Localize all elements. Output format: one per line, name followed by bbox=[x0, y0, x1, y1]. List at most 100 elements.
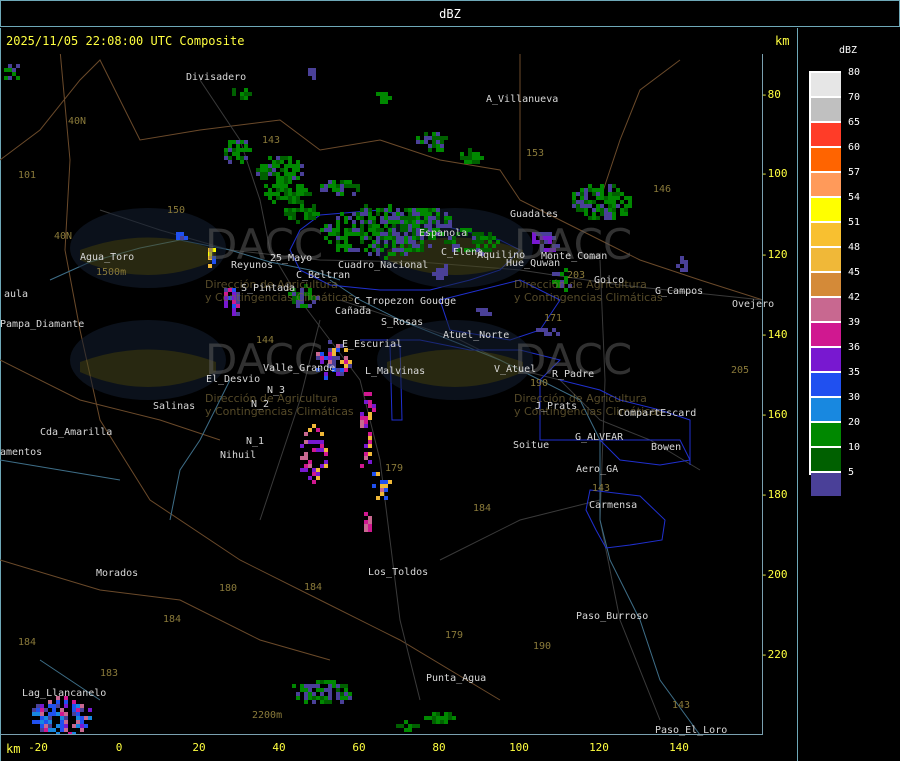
legend-label: 42 bbox=[848, 292, 861, 303]
echo-cell bbox=[16, 64, 20, 68]
echo-cell bbox=[260, 176, 264, 180]
route-label: 146 bbox=[653, 184, 672, 195]
echo-cell bbox=[412, 208, 416, 212]
echo-cell bbox=[240, 92, 244, 96]
echo-cell bbox=[584, 192, 588, 196]
echo-cell bbox=[312, 684, 316, 688]
echo-cell bbox=[292, 172, 296, 176]
echo-cell bbox=[60, 724, 64, 728]
echo-cell bbox=[304, 212, 308, 216]
echo-cell bbox=[64, 728, 68, 732]
echo-cell bbox=[388, 208, 392, 212]
echo-cell bbox=[452, 240, 456, 244]
echo-cell bbox=[316, 468, 320, 472]
echo-cell bbox=[300, 164, 304, 168]
echo-cell bbox=[328, 352, 332, 356]
echo-cell bbox=[300, 684, 304, 688]
echo-cell bbox=[368, 444, 372, 448]
echo-cell bbox=[404, 240, 408, 244]
echo-cell bbox=[16, 76, 20, 80]
echo-cell bbox=[312, 440, 316, 444]
echo-cell bbox=[8, 64, 12, 68]
echo-cell bbox=[436, 272, 440, 276]
echo-cell bbox=[428, 244, 432, 248]
echo-cell bbox=[484, 244, 488, 248]
echo-cell bbox=[40, 704, 44, 708]
echo-cell bbox=[384, 484, 388, 488]
echo-cell bbox=[384, 224, 388, 228]
echo-cell bbox=[304, 188, 308, 192]
echo-cell bbox=[300, 304, 304, 308]
echo-cell bbox=[288, 156, 292, 160]
echo-cell bbox=[392, 220, 396, 224]
echo-cell bbox=[440, 720, 444, 724]
echo-cell bbox=[488, 312, 492, 316]
echo-cell bbox=[392, 252, 396, 256]
echo-cell bbox=[608, 200, 612, 204]
echo-cell bbox=[236, 148, 240, 152]
echo-cell bbox=[72, 704, 76, 708]
echo-cell bbox=[232, 88, 236, 92]
echo-cell bbox=[580, 200, 584, 204]
echo-cell bbox=[280, 188, 284, 192]
echo-cell bbox=[308, 212, 312, 216]
map-timestamp: 2025/11/05 22:08:00 UTC Composite bbox=[6, 34, 245, 48]
echo-cell bbox=[236, 156, 240, 160]
echo-cell bbox=[592, 212, 596, 216]
echo-cell bbox=[552, 328, 556, 332]
echo-cell bbox=[328, 348, 332, 352]
echo-cell bbox=[416, 216, 420, 220]
echo-cell bbox=[240, 96, 244, 100]
legend-swatch bbox=[811, 73, 841, 96]
echo-cell bbox=[380, 480, 384, 484]
echo-cell bbox=[396, 236, 400, 240]
echo-cell bbox=[340, 188, 344, 192]
echo-cell bbox=[304, 688, 308, 692]
echo-cell bbox=[384, 100, 388, 104]
echo-cell bbox=[488, 240, 492, 244]
echo-cell bbox=[432, 712, 436, 716]
echo-cell bbox=[364, 248, 368, 252]
echo-cell bbox=[572, 192, 576, 196]
echo-cell bbox=[304, 700, 308, 704]
echo-cell bbox=[336, 344, 340, 348]
echo-cell bbox=[56, 712, 60, 716]
echo-cell bbox=[412, 244, 416, 248]
echo-cell bbox=[332, 348, 336, 352]
echo-cell bbox=[296, 192, 300, 196]
echo-cell bbox=[320, 692, 324, 696]
echo-cell bbox=[436, 712, 440, 716]
echo-cell bbox=[328, 356, 332, 360]
echo-cell bbox=[368, 416, 372, 420]
echo-cell bbox=[60, 720, 64, 724]
echo-cell bbox=[400, 244, 404, 248]
echo-cell bbox=[612, 208, 616, 212]
echo-cell bbox=[364, 512, 368, 516]
route-label: 183 bbox=[100, 668, 119, 679]
echo-cell bbox=[352, 248, 356, 252]
echo-cell bbox=[600, 196, 604, 200]
echo-cell bbox=[320, 696, 324, 700]
echo-cell bbox=[48, 724, 52, 728]
echo-cell bbox=[376, 472, 380, 476]
roads bbox=[99, 79, 763, 721]
echo-cell bbox=[604, 208, 608, 212]
echo-cell bbox=[356, 232, 360, 236]
echo-cell bbox=[560, 272, 564, 276]
echo-cell bbox=[368, 524, 372, 528]
echo-cell bbox=[292, 164, 296, 168]
echo-cell bbox=[428, 716, 432, 720]
legend-swatch bbox=[811, 98, 841, 121]
echo-cell bbox=[476, 156, 480, 160]
echo-cell bbox=[400, 724, 404, 728]
echo-cell bbox=[384, 92, 388, 96]
echo-cell bbox=[416, 136, 420, 140]
echo-cell bbox=[80, 716, 84, 720]
x-tick-label: 0 bbox=[115, 741, 123, 754]
echo-cell bbox=[260, 172, 264, 176]
echo-cell bbox=[428, 208, 432, 212]
echo-cell bbox=[348, 180, 352, 184]
echo-cell bbox=[604, 212, 608, 216]
echo-cell bbox=[472, 156, 476, 160]
echo-cell bbox=[332, 684, 336, 688]
